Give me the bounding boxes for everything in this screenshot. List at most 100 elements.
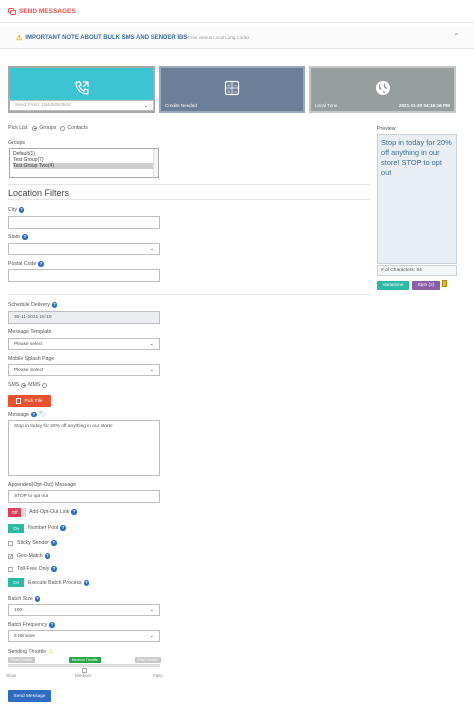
geo-match-row: ✓ Geo-Match?: [8, 553, 51, 560]
help-icon[interactable]: ?: [18, 207, 25, 213]
postal-label: Postal Code?: [8, 261, 44, 267]
note-title[interactable]: ⚠ IMPORTANT NOTE ABOUT BULK SMS AND SEND…: [16, 34, 187, 42]
toll-free-checkbox[interactable]: [8, 566, 13, 572]
message-textarea[interactable]: Stop in today for 20% off anything in ou…: [8, 420, 160, 476]
character-count: # of Characters: 64: [377, 265, 457, 276]
radio-groups[interactable]: [32, 125, 38, 131]
batch-size-label: Batch Size?: [8, 596, 41, 602]
schedule-input[interactable]: 30-11-2021 16:10: [8, 311, 160, 324]
pick-list-row: Pick List Groups Contacts: [8, 125, 88, 131]
schedule-label: Schedule Delivery?: [8, 302, 58, 308]
help-icon[interactable]: ?: [49, 622, 55, 628]
chevron-down-icon: ⌄: [149, 341, 154, 347]
warning-icon: ⚠: [47, 649, 54, 655]
appended-textarea[interactable]: STOP to opt out: [8, 490, 160, 503]
help-icon[interactable]: ?: [60, 525, 66, 531]
template-select[interactable]: Please select ⌄: [8, 338, 160, 350]
number-pool-toggle[interactable]: On: [8, 524, 24, 533]
message-label: Message ? 🏷: [8, 411, 47, 419]
tag-icon[interactable]: 🏷: [39, 411, 47, 418]
credits-label: Credits Needed: [165, 103, 197, 108]
preview-label: Preview: [377, 126, 396, 132]
pick-file-button[interactable]: Pick File: [8, 395, 51, 407]
send-message-button[interactable]: Send Message: [8, 690, 51, 702]
batch-process-label: Execute Batch Process?: [28, 580, 90, 586]
page-header: SEND MESSAGES: [8, 8, 76, 15]
state-label: State?: [8, 234, 28, 240]
sticky-sender-row: Sticky Sender?: [8, 540, 57, 546]
batch-frequency-label: Batch Frequency?: [8, 622, 55, 628]
geo-match-checkbox[interactable]: ✓: [8, 553, 13, 559]
divider: [8, 184, 370, 185]
svg-text:−: −: [234, 84, 238, 89]
help-icon[interactable]: ?: [22, 234, 28, 240]
chevron-down-icon: ⌄: [149, 367, 154, 373]
throttle-label: Sending Throttle ⚠: [8, 648, 54, 656]
preview-text: Stop in today for 20% off anything in ou…: [377, 134, 457, 264]
local-time-value: 2021-11-30 04:16:16 PM: [398, 103, 450, 108]
radio-contacts[interactable]: [60, 125, 66, 131]
chevron-down-icon: ⌄: [149, 607, 154, 613]
city-label: City?: [8, 207, 25, 213]
appended-label: Appended(Opt-Out) Message: [8, 482, 77, 488]
help-icon[interactable]: ?: [83, 580, 90, 586]
batch-process-toggle[interactable]: On: [8, 578, 24, 587]
help-icon[interactable]: ?: [44, 553, 51, 559]
credits-tile: + − × = Credits Needed: [159, 66, 305, 113]
spin-button[interactable]: Spin {2}: [412, 281, 440, 290]
note-subtitle: Toll-Free versus Local Long Codes: [180, 35, 250, 40]
local-time-tile: Local Time 2021-11-30 04:16:16 PM: [309, 66, 456, 113]
variations-button[interactable]: Variations: [377, 281, 409, 290]
help-icon[interactable]: ?: [51, 540, 57, 546]
sticky-sender-checkbox[interactable]: [8, 540, 13, 546]
warning-icon: ⚠: [16, 35, 23, 42]
divider: [8, 294, 370, 295]
chevron-up-icon[interactable]: ⌃: [453, 32, 460, 41]
svg-text:=: =: [234, 90, 238, 95]
calculator-icon: + −× =: [224, 80, 240, 96]
opt-out-link-toggle[interactable]: Off: [8, 508, 26, 517]
toll-free-row: Toll-Free Only?: [8, 566, 57, 572]
city-input[interactable]: [8, 216, 160, 229]
send-from-select[interactable]: Send From: 18445283544 ⌄: [9, 100, 154, 111]
list-item[interactable]: Test Group Two(4): [13, 163, 155, 169]
help-icon[interactable]: ?: [71, 509, 77, 515]
message-type-row: SMS MMS: [8, 382, 48, 388]
throttle-tick-fast: Fast: [153, 673, 162, 678]
help-icon[interactable]: ?: [31, 411, 37, 418]
number-pool-label: Number Pool?: [28, 525, 66, 531]
splash-select[interactable]: Please Select ⌄: [8, 364, 160, 376]
radio-mms[interactable]: [42, 382, 48, 388]
chevron-down-icon: ⌄: [143, 102, 148, 109]
page-title: SEND MESSAGES: [19, 8, 76, 15]
svg-text:×: ×: [227, 89, 231, 95]
local-time-label: Local Time: [315, 103, 338, 108]
listbox-scrollbar[interactable]: [153, 149, 158, 177]
file-icon: [16, 398, 22, 404]
opt-out-link-label: Add-Opt-Out Link?: [29, 509, 77, 515]
postal-input[interactable]: [8, 269, 160, 282]
help-icon[interactable]: ?: [51, 302, 58, 308]
throttle-tag-slow: Slow Throttle: [8, 657, 35, 663]
throttle-tick-medium: Medium: [75, 673, 92, 678]
template-label: Message Template: [8, 329, 52, 335]
throttle-tag-medium: Medium Throttle: [69, 657, 101, 663]
chat-bubbles-icon: [8, 8, 16, 15]
help-icon[interactable]: ?: [51, 566, 57, 572]
globe-icon: [375, 81, 390, 95]
throttle-tick-slow: Slow: [6, 673, 16, 678]
state-select[interactable]: ⌄: [8, 243, 160, 255]
batch-size-select[interactable]: 100 ⌄: [8, 604, 160, 616]
throttle-tag-fast: Fast Throttle: [135, 657, 162, 663]
help-icon[interactable]: ?: [38, 261, 44, 267]
radio-sms[interactable]: [21, 382, 27, 388]
help-icon[interactable]: ?: [34, 596, 41, 602]
batch-frequency-select[interactable]: 5 Minutes ⌄: [8, 630, 160, 642]
splash-label: Mobile Splash Page: [8, 356, 55, 362]
header-divider: [0, 22, 474, 23]
note-icon[interactable]: [442, 280, 447, 287]
phone-forward-icon: [74, 81, 89, 95]
throttle-slider-track[interactable]: [8, 664, 160, 667]
divider: [8, 199, 370, 200]
groups-listbox[interactable]: Default(1) Test Group(7) Test Group Two(…: [9, 148, 159, 178]
